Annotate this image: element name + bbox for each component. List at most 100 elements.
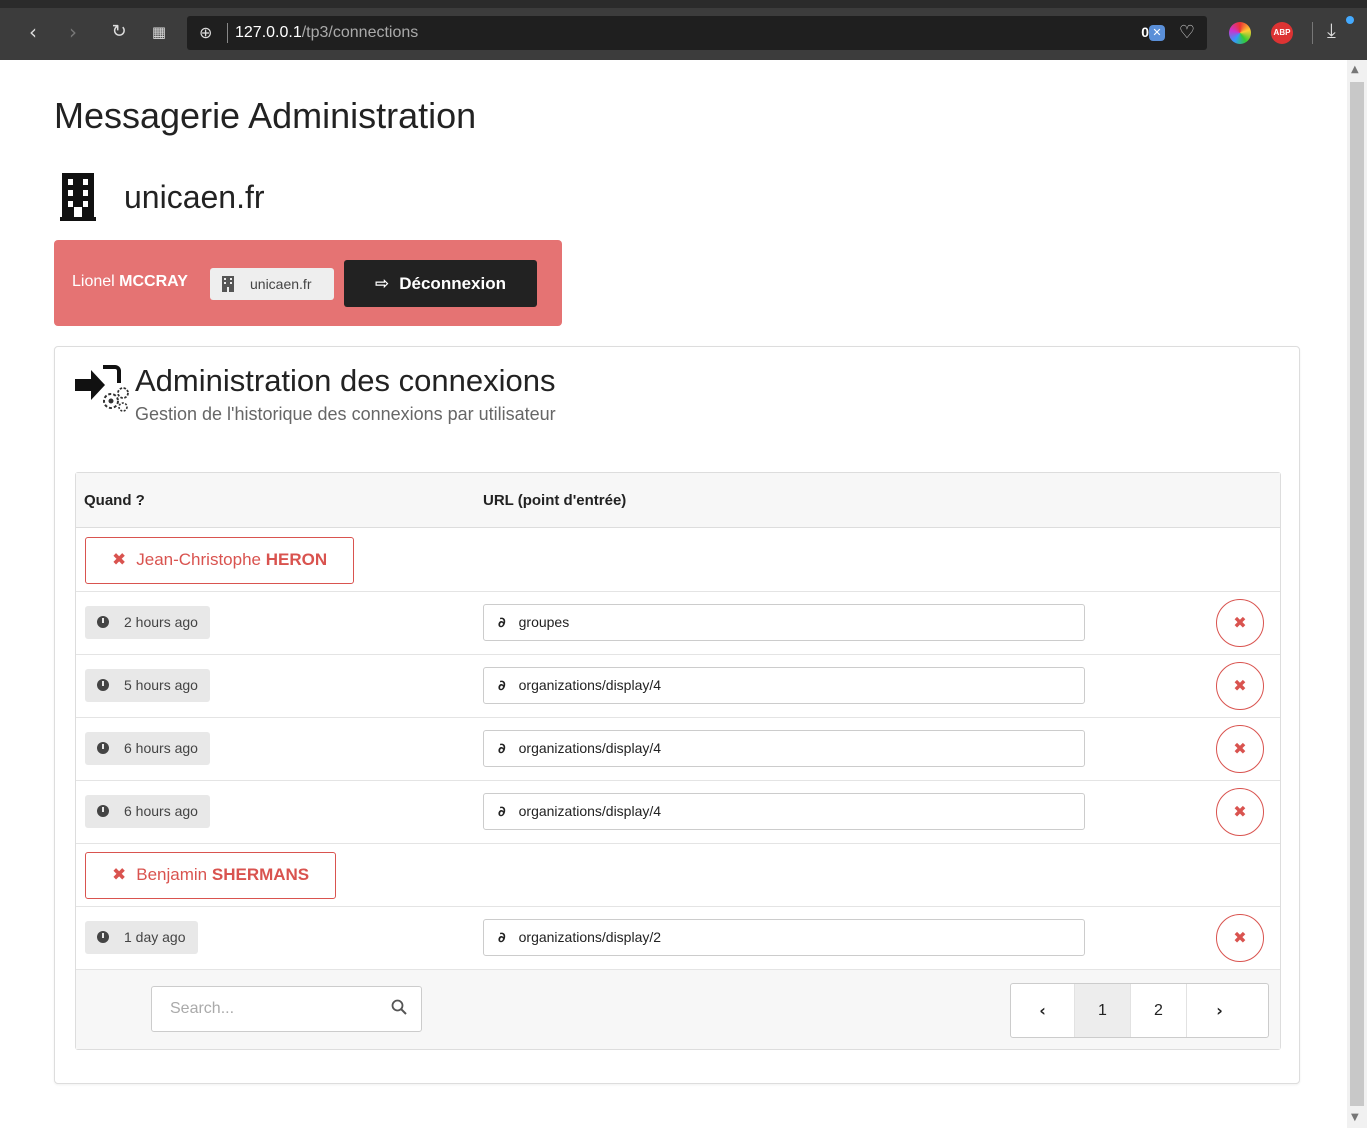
user-group-row: ✖ Benjamin SHERMANS (76, 844, 1280, 907)
delete-connection-button[interactable]: ✖ (1216, 599, 1264, 647)
adblock-icon[interactable]: ABP (1271, 22, 1293, 44)
pagination-prev[interactable]: ‹ (1011, 984, 1075, 1037)
time-ago: 6 hours ago (124, 740, 198, 756)
scroll-down-icon[interactable]: ▼ (1351, 1112, 1359, 1123)
pagination: ‹ 1 2 › (1010, 983, 1269, 1038)
current-user-name: Lionel MCCRAY (72, 273, 188, 290)
page-title: Messagerie Administration (54, 95, 477, 136)
user-first-name: Benjamin (136, 865, 208, 884)
logout-button[interactable]: ⇨ Déconnexion (344, 260, 537, 307)
delete-connection-button[interactable]: ✖ (1216, 914, 1264, 962)
address-url[interactable]: 127.0.0.1/tp3/connections (235, 24, 418, 42)
color-extension-icon[interactable] (1229, 22, 1251, 44)
table-footer: ‹ 1 2 › (76, 970, 1280, 1049)
remove-user-connections-button[interactable]: ✖ Jean-Christophe HERON (85, 537, 355, 584)
speed-dial-icon[interactable]: ▦ (148, 18, 170, 46)
toolbar-separator (1312, 22, 1313, 44)
address-separator (227, 23, 228, 43)
scroll-up-icon[interactable]: ▲ (1351, 64, 1359, 75)
time-badge: 6 hours ago (85, 732, 210, 765)
times-icon: ✖ (112, 550, 127, 570)
clock-icon (97, 679, 109, 691)
pagination-page-1[interactable]: 1 (1075, 984, 1131, 1037)
link-icon: ∂ (498, 615, 506, 631)
url-value: organizations/display/2 (518, 929, 662, 945)
link-icon: ∂ (498, 678, 506, 694)
page: Messagerie Administration unicaen.fr Lio… (0, 60, 1347, 1128)
globe-icon: ⊕ (199, 23, 213, 42)
blocked-count: 0 (1141, 24, 1149, 40)
pagination-page-2[interactable]: 2 (1131, 984, 1187, 1037)
time-ago: 6 hours ago (124, 803, 198, 819)
time-ago: 1 day ago (124, 929, 186, 945)
link-icon: ∂ (498, 804, 506, 820)
building-icon (60, 173, 96, 221)
time-badge: 6 hours ago (85, 795, 210, 828)
column-when: Quand ? (84, 492, 145, 509)
pagination-next[interactable]: › (1187, 984, 1252, 1037)
logout-label: Déconnexion (399, 273, 506, 293)
time-ago: 5 hours ago (124, 677, 198, 693)
clock-icon (97, 931, 109, 943)
delete-connection-button[interactable]: ✖ (1216, 725, 1264, 773)
delete-connection-button[interactable]: ✖ (1216, 788, 1264, 836)
heart-icon[interactable]: ♡ (1179, 22, 1195, 43)
column-url: URL (point d'entrée) (483, 492, 627, 509)
clock-icon (97, 616, 109, 628)
url-value: organizations/display/4 (518, 677, 662, 693)
remove-user-connections-button[interactable]: ✖ Benjamin SHERMANS (85, 852, 337, 899)
sign-in-gears-icon (75, 365, 129, 412)
connections-panel: Administration des connexions Gestion de… (54, 346, 1300, 1084)
table-row: 6 hours ago ∂ organizations/display/4 ✖ (76, 781, 1280, 844)
url-field[interactable]: ∂ organizations/display/4 (483, 667, 1085, 704)
chevron-right-icon: › (1216, 1001, 1223, 1020)
delete-connection-button[interactable]: ✖ (1216, 662, 1264, 710)
times-icon: ✖ (112, 865, 127, 885)
search-icon[interactable] (391, 999, 407, 1015)
search-box (151, 986, 422, 1032)
scrollbar[interactable]: ▲ ▼ (1347, 60, 1367, 1128)
user-last-name: SHERMANS (211, 865, 310, 884)
scrollbar-thumb[interactable] (1350, 82, 1364, 1106)
chevron-left-icon: ‹ (1039, 1001, 1046, 1020)
browser-tab-strip (0, 0, 1367, 8)
back-icon[interactable]: ‹ (22, 18, 44, 46)
time-badge: 2 hours ago (85, 606, 210, 639)
address-bar[interactable]: ⊕ 127.0.0.1/tp3/connections 0 ✕ ♡ (187, 16, 1207, 50)
sign-out-icon: ⇨ (375, 273, 390, 294)
user-last-name: HERON (265, 550, 328, 569)
browser-toolbar: ‹ › ↻ ▦ ⊕ 127.0.0.1/tp3/connections 0 ✕ … (0, 0, 1367, 60)
time-badge: 5 hours ago (85, 669, 210, 702)
reload-icon[interactable]: ↻ (108, 18, 130, 46)
time-badge: 1 day ago (85, 921, 198, 954)
user-organization-label: unicaen.fr (250, 276, 312, 292)
link-icon: ∂ (498, 930, 506, 946)
table-row: 1 day ago ∂ organizations/display/2 ✖ (76, 907, 1280, 970)
clock-icon (97, 742, 109, 754)
url-field[interactable]: ∂ organizations/display/2 (483, 919, 1085, 956)
panel-subtitle: Gestion de l'historique des connexions p… (135, 404, 556, 424)
url-field[interactable]: ∂ organizations/display/4 (483, 730, 1085, 767)
connections-table: Quand ? URL (point d'entrée) ✖ Jean-Chris… (75, 472, 1281, 1050)
clock-icon (97, 805, 109, 817)
url-field[interactable]: ∂ groupes (483, 604, 1085, 641)
table-row: 2 hours ago ∂ groupes ✖ (76, 592, 1280, 655)
table-row: 5 hours ago ∂ organizations/display/4 ✖ (76, 655, 1280, 718)
user-group-row: ✖ Jean-Christophe HERON (76, 529, 1280, 592)
url-field[interactable]: ∂ organizations/display/4 (483, 793, 1085, 830)
user-organization-tag: unicaen.fr (210, 268, 334, 300)
url-value: groupes (518, 614, 570, 630)
search-input[interactable] (152, 987, 382, 1031)
time-ago: 2 hours ago (124, 614, 198, 630)
download-icon[interactable]: ⤓ (1327, 18, 1336, 42)
panel-title: Administration des connexions (135, 363, 556, 398)
download-indicator (1346, 16, 1354, 24)
link-icon: ∂ (498, 741, 506, 757)
url-value: organizations/display/4 (518, 803, 662, 819)
shield-icon[interactable]: ✕ (1149, 25, 1165, 41)
table-header: Quand ? URL (point d'entrée) (76, 473, 1280, 528)
building-icon (222, 276, 234, 292)
table-row: 6 hours ago ∂ organizations/display/4 ✖ (76, 718, 1280, 781)
forward-icon[interactable]: › (62, 18, 84, 46)
url-value: organizations/display/4 (518, 740, 662, 756)
